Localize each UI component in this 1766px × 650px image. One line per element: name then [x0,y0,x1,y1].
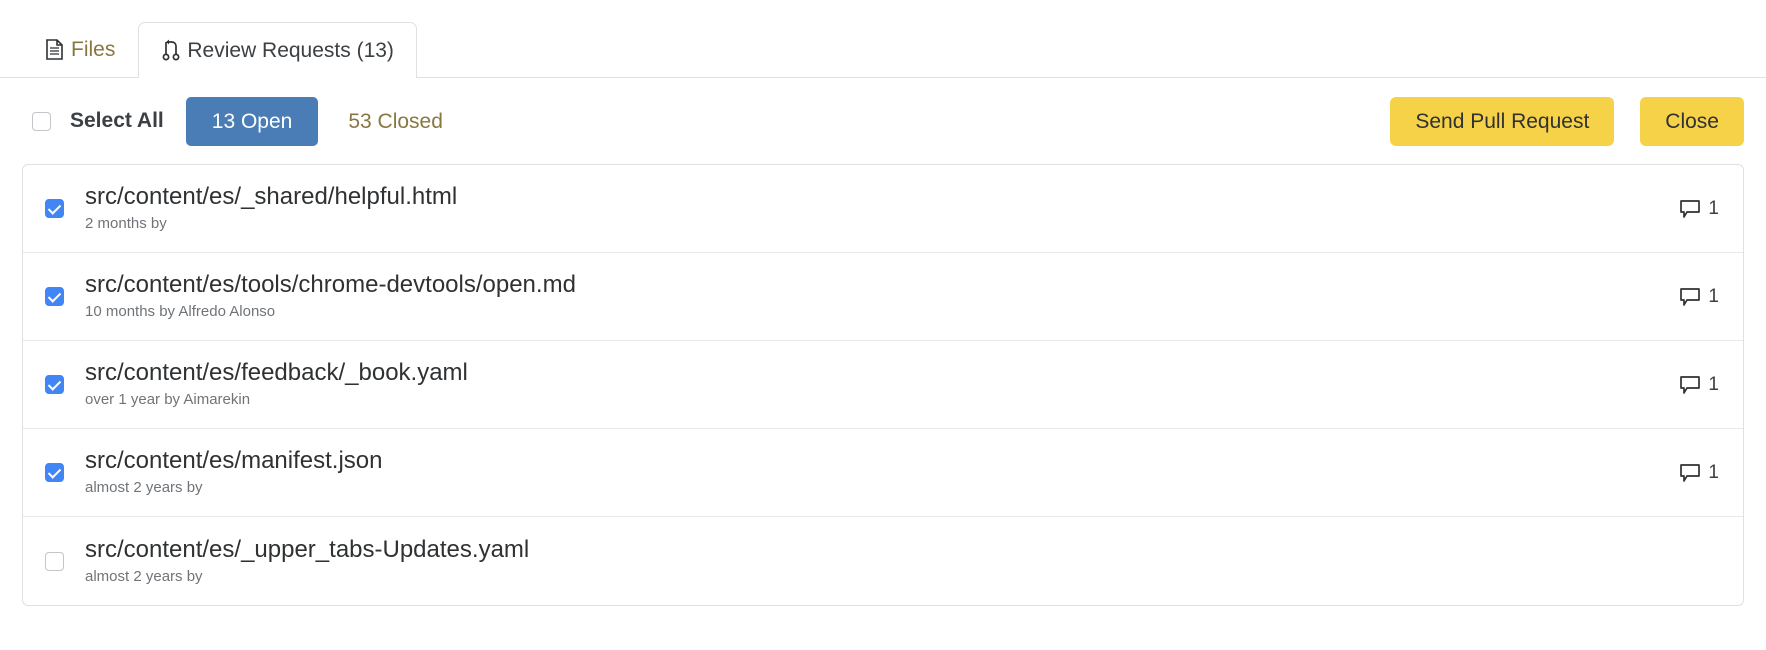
close-button[interactable]: Close [1640,96,1744,146]
select-all-checkbox[interactable] [32,111,51,131]
row-file-path[interactable]: src/content/es/feedback/_book.yaml [85,360,1659,386]
row-checkbox[interactable] [45,287,64,306]
row-checkbox[interactable] [45,375,64,394]
row-comment-group[interactable]: 1 [1679,463,1719,483]
tab-bar: Files Review Requests (13) [0,0,1766,78]
table-row[interactable]: src/content/es/_shared/helpful.html 2 mo… [23,165,1743,253]
row-comment-group[interactable]: 1 [1679,199,1719,219]
row-checkbox[interactable] [45,551,64,571]
table-row[interactable]: src/content/es/tools/chrome-devtools/ope… [23,253,1743,341]
comment-bubble-icon [1679,375,1701,395]
row-comment-group[interactable]: 1 [1679,287,1719,307]
filter-closed-button[interactable]: 53 Closed [348,111,443,132]
table-row[interactable]: src/content/es/_upper_tabs-Updates.yaml … [23,517,1743,605]
comment-bubble-icon [1679,463,1701,483]
comment-count: 1 [1708,286,1719,307]
tab-review-requests[interactable]: Review Requests (13) [138,22,417,78]
row-content: src/content/es/manifest.json almost 2 ye… [85,448,1659,497]
row-metadata: 10 months by Alfredo Alonso [85,303,276,321]
row-metadata: almost 2 years by [85,479,203,497]
comment-bubble-icon [1679,287,1701,307]
row-checkbox[interactable] [45,463,64,482]
row-file-path[interactable]: src/content/es/_upper_tabs-Updates.yaml [85,537,1699,563]
row-content: src/content/es/tools/chrome-devtools/ope… [85,272,1659,321]
select-all-group[interactable]: Select All [32,109,164,133]
row-file-path[interactable]: src/content/es/tools/chrome-devtools/ope… [85,272,1659,298]
row-file-path[interactable]: src/content/es/_shared/helpful.html [85,184,1659,210]
comment-bubble-icon [1679,199,1701,219]
select-all-label: Select All [70,109,164,132]
row-checkbox[interactable] [45,199,64,218]
tab-files[interactable]: Files [22,21,138,77]
send-pull-request-button[interactable]: Send Pull Request [1390,96,1615,146]
row-file-path[interactable]: src/content/es/manifest.json [85,448,1659,474]
table-row[interactable]: src/content/es/feedback/_book.yaml over … [23,341,1743,429]
pull-request-icon [161,39,180,61]
comment-count: 1 [1708,198,1719,219]
row-content: src/content/es/_shared/helpful.html 2 mo… [85,184,1659,233]
row-metadata: 2 months by [85,215,167,233]
row-metadata: almost 2 years by [85,567,203,585]
table-row[interactable]: src/content/es/manifest.json almost 2 ye… [23,429,1743,517]
filter-open-button[interactable]: 13 Open [185,96,319,146]
row-comment-group[interactable]: 1 [1679,375,1719,395]
row-content: src/content/es/feedback/_book.yaml over … [85,360,1659,409]
file-document-icon [45,39,64,61]
list-toolbar: Select All 13 Open 53 Closed Send Pull R… [0,78,1766,164]
comment-count: 1 [1708,374,1719,395]
row-content: src/content/es/_upper_tabs-Updates.yaml … [85,537,1699,586]
tab-review-requests-label: Review Requests (13) [187,38,394,62]
tab-files-label: Files [71,38,116,61]
comment-count: 1 [1708,462,1719,483]
row-metadata: over 1 year by Aimarekin [85,391,251,409]
review-request-list: src/content/es/_shared/helpful.html 2 mo… [22,164,1744,606]
